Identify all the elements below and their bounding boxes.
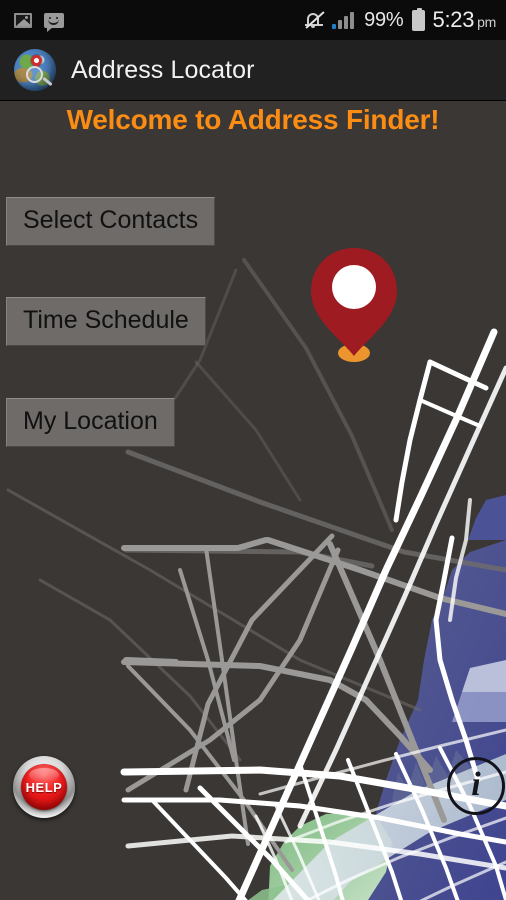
app-title: Address Locator bbox=[71, 55, 255, 84]
app-screen: 99% 5:23 pm Address Locator Welcome to A… bbox=[0, 0, 506, 900]
clock-ampm: pm bbox=[477, 14, 496, 30]
battery-icon bbox=[411, 7, 425, 31]
status-bar-right: 99% 5:23 pm bbox=[304, 7, 496, 33]
sms-smiley-icon bbox=[44, 12, 64, 32]
welcome-heading: Welcome to Address Finder! bbox=[66, 104, 440, 135]
time-schedule-button[interactable]: Time Schedule bbox=[6, 297, 206, 346]
clock: 5:23 pm bbox=[432, 7, 497, 33]
status-bar: 99% 5:23 pm bbox=[0, 0, 506, 40]
battery-percent-label: 99% bbox=[364, 8, 404, 31]
signal-bars-icon bbox=[332, 11, 356, 29]
clock-time: 5:23 bbox=[432, 7, 475, 32]
globe-pin-magnifier-icon bbox=[14, 49, 56, 91]
help-button[interactable]: HELP bbox=[13, 756, 75, 818]
info-circle-icon[interactable]: i bbox=[447, 757, 505, 815]
gallery-icon bbox=[14, 12, 32, 28]
select-contacts-button[interactable]: Select Contacts bbox=[6, 197, 216, 246]
action-bar: Address Locator bbox=[0, 40, 506, 100]
help-button-label: HELP bbox=[25, 779, 63, 795]
mute-bell-icon bbox=[304, 10, 325, 30]
info-button-label: i bbox=[471, 766, 481, 803]
help-button-core: HELP bbox=[21, 764, 67, 810]
my-location-button[interactable]: My Location bbox=[6, 398, 175, 447]
status-bar-left bbox=[14, 12, 64, 32]
